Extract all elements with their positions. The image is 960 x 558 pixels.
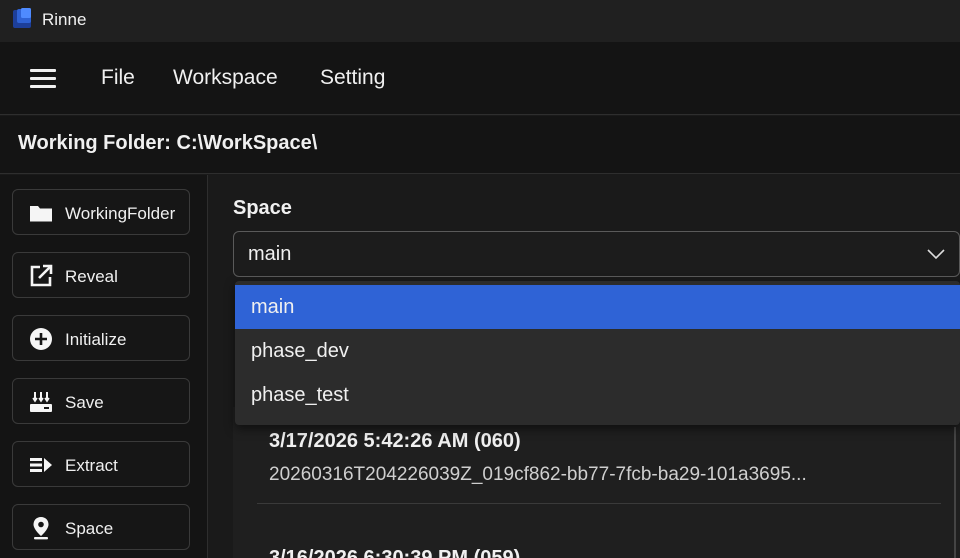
space-option-phase-test[interactable]: phase_test	[235, 373, 960, 417]
snapshot-list[interactable]: 3/17/2026 5:42:26 AM (060) 20260316T2042…	[233, 407, 960, 558]
save-icon	[30, 392, 52, 412]
space-label: Space	[233, 197, 292, 219]
workingfolder-button[interactable]: WorkingFolder	[12, 189, 190, 235]
title-bar: Rinne	[0, 0, 960, 42]
initialize-button[interactable]: Initialize	[12, 315, 190, 361]
space-option-label: phase_dev	[251, 340, 349, 362]
snapshot-title[interactable]: 3/17/2026 5:42:26 AM (060)	[269, 430, 521, 453]
workingfolder-button-label: WorkingFolder	[65, 204, 176, 223]
snapshot-id: 20260316T204226039Z_019cf862-bb77-7fcb-b…	[269, 464, 807, 485]
extract-button[interactable]: Extract	[12, 441, 190, 487]
divider	[257, 503, 941, 504]
space-option-phase-dev[interactable]: phase_dev	[235, 329, 960, 373]
space-option-label: main	[251, 296, 295, 318]
menu-setting[interactable]: Setting	[320, 66, 385, 90]
folder-icon	[30, 206, 52, 222]
menu-bar: File Workspace Setting	[0, 42, 960, 115]
space-dropdown: main phase_dev phase_test	[235, 281, 960, 425]
reveal-button[interactable]: Reveal	[12, 252, 190, 298]
save-button[interactable]: Save	[12, 378, 190, 424]
app-title: Rinne	[42, 10, 87, 29]
location-pin-icon	[33, 517, 49, 540]
open-external-icon	[30, 264, 53, 287]
working-folder-label: Working Folder: C:\WorkSpace\	[18, 132, 318, 154]
initialize-button-label: Initialize	[65, 330, 127, 349]
space-select[interactable]: main	[233, 231, 960, 277]
space-button[interactable]: Space	[12, 504, 190, 550]
snapshot-title[interactable]: 3/16/2026 6:30:39 PM (059)	[269, 547, 520, 558]
space-select-value: main	[248, 243, 292, 265]
hamburger-menu-icon[interactable]	[30, 69, 56, 89]
space-button-label: Space	[65, 519, 114, 538]
extract-icon	[30, 458, 52, 472]
menu-file[interactable]: File	[101, 66, 135, 90]
save-button-label: Save	[65, 393, 104, 412]
app-logo-icon	[13, 8, 31, 28]
sidebar: WorkingFolder Reveal Initialize Save Ext…	[0, 175, 208, 558]
extract-button-label: Extract	[65, 456, 118, 475]
plus-circle-icon	[30, 328, 52, 350]
reveal-button-label: Reveal	[65, 267, 118, 286]
scrollbar[interactable]	[954, 427, 956, 558]
space-option-label: phase_test	[251, 384, 349, 406]
working-folder-bar: Working Folder: C:\WorkSpace\	[0, 116, 960, 174]
menu-workspace[interactable]: Workspace	[173, 66, 278, 90]
space-option-main[interactable]: main	[235, 285, 960, 329]
chevron-down-icon	[927, 249, 945, 260]
